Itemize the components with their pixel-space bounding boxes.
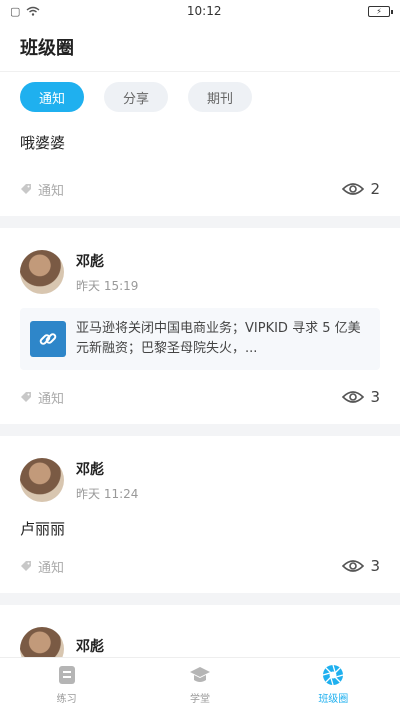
view-count-value: 3 (370, 388, 380, 406)
nav-class-circle[interactable]: 班级圈 (293, 664, 373, 705)
post-time: 昨天 11:24 (76, 486, 139, 501)
post-card[interactable]: 邓彪 昨天 11:24 卢丽丽 通知 3 (0, 436, 400, 593)
link-preview[interactable]: 亚马逊将关闭中国电商业务；VIPKID 寻求 5 亿美元新融资；巴黎圣母院失火，… (20, 308, 380, 370)
post-author: 邓彪 (76, 253, 104, 270)
tag-icon (21, 184, 31, 194)
avatar[interactable] (20, 627, 64, 657)
post-text: 卢丽丽 (20, 520, 66, 538)
page-title: 班级圈 (20, 37, 74, 59)
post-tag: 通知 (20, 557, 64, 576)
post-tag: 通知 (20, 180, 64, 199)
post-footer: 通知 3 (20, 539, 380, 593)
post-tag-label: 通知 (38, 391, 65, 407)
link-icon (30, 321, 66, 357)
post-tag: 通知 (20, 388, 64, 407)
nav-practice-label: 练习 (56, 694, 77, 705)
post-tag-label: 通知 (38, 183, 65, 199)
graduation-cap-icon (189, 667, 210, 682)
link-preview-text: 亚马逊将关闭中国电商业务；VIPKID 寻求 5 亿美元新融资；巴黎圣母院失火，… (76, 321, 361, 356)
post-card[interactable]: 邓彪 昨天 15:19 亚马逊将关闭中国电商业务；VIPKID 寻求 5 亿美元… (0, 228, 400, 424)
avatar[interactable] (20, 458, 64, 502)
tab-notice[interactable]: 通知 (20, 82, 84, 112)
status-time: 10:12 (186, 4, 222, 18)
post-time: 昨天 15:19 (76, 278, 139, 293)
tab-bar: 通知 分享 期刊 (0, 72, 400, 122)
sim-icon: ▢ (10, 4, 21, 18)
bottom-nav: 练习 学堂 班级圈 (0, 657, 400, 711)
tag-icon (21, 392, 31, 402)
view-count-value: 3 (370, 557, 380, 575)
tab-journal[interactable]: 期刊 (188, 82, 252, 112)
avatar[interactable] (20, 250, 64, 294)
aperture-icon (323, 664, 344, 686)
nav-practice[interactable]: 练习 (27, 664, 107, 705)
eye-icon (342, 183, 365, 195)
nav-classroom[interactable]: 学堂 (160, 664, 240, 705)
status-bar: ▢ 10:12 ⚡ (0, 0, 400, 22)
post-footer: 通知 3 (20, 370, 380, 424)
post-tag-label: 通知 (38, 560, 65, 576)
eye-icon (342, 391, 365, 403)
post-card[interactable]: 邓彪 (0, 605, 400, 657)
status-icons: ▢ (10, 5, 40, 18)
view-count: 3 (342, 557, 380, 575)
post-author: 邓彪 (76, 461, 104, 478)
tab-share[interactable]: 分享 (104, 82, 168, 112)
post-footer: 通知 2 (20, 162, 380, 216)
nav-class-circle-label: 班级圈 (318, 694, 349, 705)
battery-icon: ⚡ (368, 5, 393, 17)
tag-icon (21, 561, 31, 571)
post-header: 邓彪 昨天 11:24 (20, 436, 380, 502)
view-count: 3 (342, 388, 380, 406)
view-count-value: 2 (370, 180, 380, 198)
eye-icon (342, 560, 365, 572)
view-count: 2 (342, 180, 380, 198)
nav-classroom-label: 学堂 (189, 694, 210, 705)
post-header: 邓彪 昨天 15:19 (20, 228, 380, 294)
post-card[interactable]: 哦婆婆 通知 2 (0, 122, 400, 216)
post-author: 邓彪 (76, 639, 104, 655)
feed[interactable]: 哦婆婆 通知 2 邓彪 昨天 15:19 亚马逊将关闭中国电商业务；VIPKID… (0, 122, 400, 657)
header: 班级圈 (0, 22, 400, 72)
document-icon (58, 666, 75, 684)
post-header: 邓彪 (20, 605, 380, 657)
post-text: 哦婆婆 (20, 134, 66, 152)
wifi-icon (26, 6, 40, 16)
